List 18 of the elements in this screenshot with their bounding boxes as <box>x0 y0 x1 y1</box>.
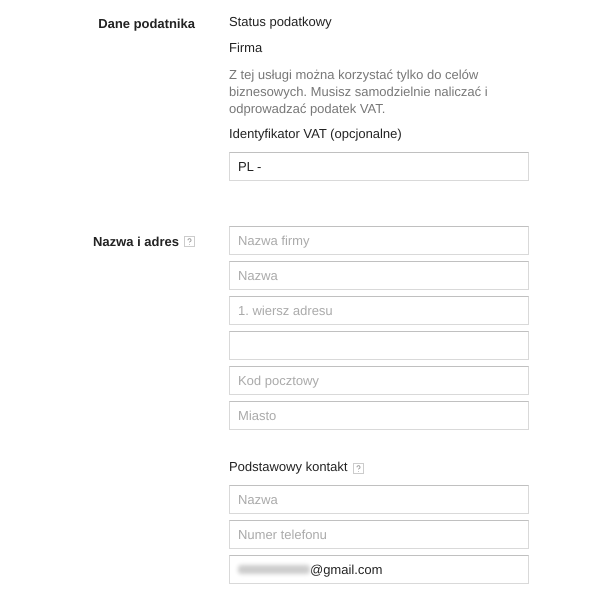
subheading: Podstawowy kontakt <box>229 459 348 475</box>
field-label: Status podatkowy <box>229 14 333 30</box>
section-label: Dane podatnika <box>98 16 195 31</box>
input-field[interactable]: Numer telefonu <box>229 520 529 549</box>
input-field[interactable]: PL - <box>229 152 529 181</box>
input-field[interactable]: @gmail.com <box>229 555 529 584</box>
field-label: Identyfikator VAT (opcjonalne) <box>229 126 403 142</box>
input-field[interactable]: Nazwa <box>229 485 529 514</box>
input-field[interactable]: Kod pocztowy <box>229 366 529 395</box>
section-label: Nazwa i adres <box>93 234 179 249</box>
input-field[interactable]: 1. wiersz adresu <box>229 296 529 325</box>
help-icon[interactable] <box>184 236 195 247</box>
input-field[interactable]: Nazwa <box>229 261 529 290</box>
input-field[interactable]: Nazwa firmy <box>229 226 529 255</box>
help-icon[interactable] <box>352 462 364 474</box>
help-text: Z tej usługi można korzystać tylko do celów biznesowych. Musisz samodzielnie naliczać i odprowadzać podatek VAT. <box>229 66 489 117</box>
input-field[interactable]: Miasto <box>229 401 529 430</box>
field-label: Firma <box>229 40 264 56</box>
